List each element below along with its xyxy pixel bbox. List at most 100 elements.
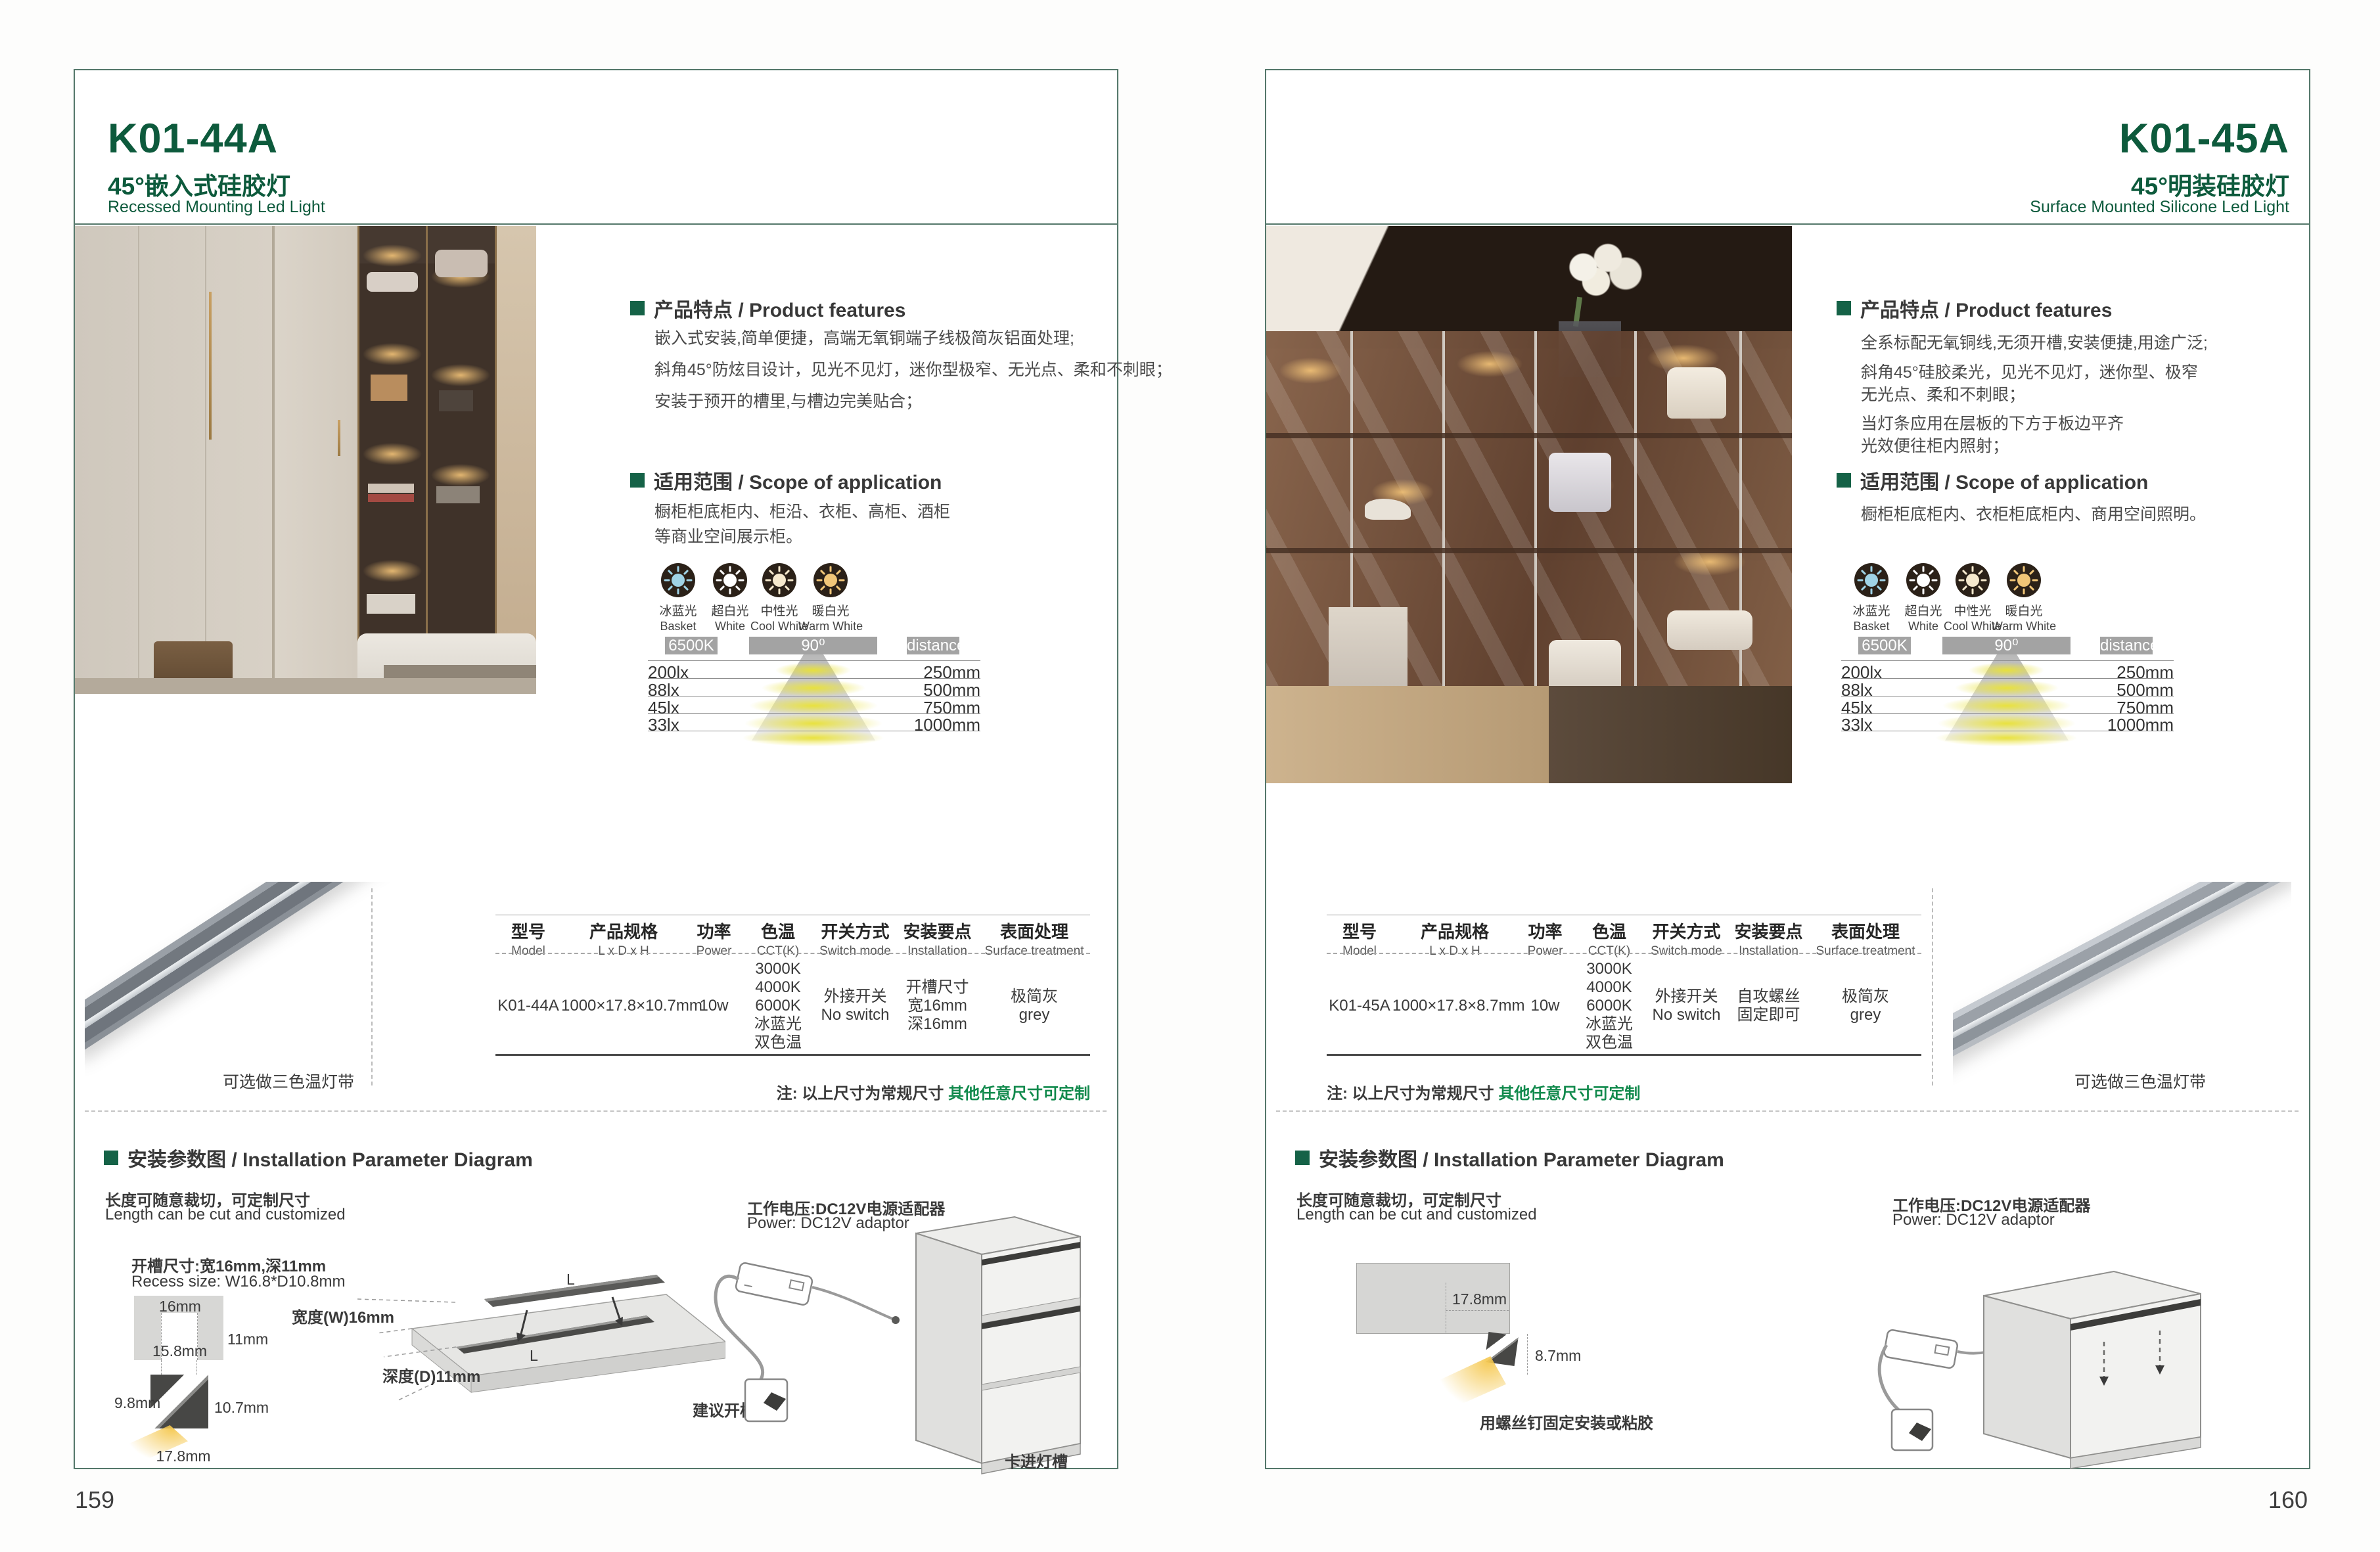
section-installation: 安装参数图 / Installation Parameter Diagram bbox=[104, 1143, 533, 1172]
dim-10-7mm: 10.7mm bbox=[214, 1399, 269, 1417]
scope-line: 橱柜柜底柜内、衣柜柜底柜内、商用空间照明。 bbox=[1861, 501, 2206, 525]
aluminum-profile bbox=[85, 882, 429, 1055]
section-bullet-icon bbox=[630, 301, 645, 315]
beam-angle-badge: 90⁰ bbox=[1942, 637, 2071, 654]
section-bullet-icon bbox=[1837, 473, 1851, 488]
surface-mount-diagram: 17.8mm 8.7mm 用螺丝钉固定安装或粘胶 bbox=[1329, 1237, 1631, 1447]
shelf-light bbox=[1279, 357, 1342, 384]
cct-badge: 6500K bbox=[665, 637, 718, 654]
product-photo-wardrobe bbox=[75, 226, 536, 694]
bed-throw bbox=[384, 665, 536, 678]
light-option-ice-blue-icon bbox=[1854, 563, 1888, 597]
feature-line: 无光点、柔和不刺眼； bbox=[1861, 382, 2025, 405]
light-option-white-icon bbox=[713, 563, 747, 597]
dim-11mm: 11mm bbox=[227, 1331, 268, 1348]
light-option-cool-white-icon bbox=[1956, 563, 1990, 597]
carpet bbox=[1549, 686, 1792, 783]
cell-surface: 极简灰grey bbox=[978, 988, 1090, 1024]
glass-cabinet-wall bbox=[1266, 331, 1792, 699]
handbag bbox=[371, 375, 407, 401]
length-note-en: Length can be cut and customized bbox=[105, 1206, 346, 1224]
section-product-features: 产品特点 / Product features bbox=[630, 294, 905, 323]
page-subtitle-en: Recessed Mounting Led Light bbox=[108, 198, 325, 217]
cell-power: 10w bbox=[686, 997, 742, 1015]
wardrobe-door bbox=[275, 226, 357, 694]
adaptor-cabinet-diagram: 卡进灯槽 bbox=[706, 1161, 1100, 1496]
cell-switch: 外接开关No switch bbox=[814, 988, 896, 1024]
cell-power: 10w bbox=[1517, 997, 1573, 1015]
guide-line bbox=[1527, 1334, 1528, 1375]
page-title: K01-44A bbox=[108, 115, 278, 162]
page-k01-45a: K01-45A 45°明装硅胶灯 Surface Mounted Silicon… bbox=[1265, 69, 2310, 1469]
wood-floor bbox=[1266, 686, 1549, 783]
dim-17-8mm: 17.8mm bbox=[1452, 1290, 1507, 1308]
length-note-en: Length can be cut and customized bbox=[1296, 1206, 1537, 1224]
page-number-left: 159 bbox=[75, 1486, 114, 1514]
shelf-light bbox=[431, 464, 490, 486]
dim-9-8mm: 9.8mm bbox=[114, 1394, 160, 1412]
feature-line: 斜角45°硅胶柔光，见光不见灯，迷你型、极窄 bbox=[1861, 359, 2198, 383]
cabinet bbox=[1984, 1271, 2201, 1469]
folded-towels bbox=[1667, 610, 1752, 650]
vertical-divider bbox=[371, 888, 373, 1085]
distance-badge: distance bbox=[2100, 637, 2153, 654]
groove-board-diagram: L L 建议开槽尺寸 bbox=[357, 1237, 725, 1460]
flower-bouquet bbox=[1549, 239, 1647, 302]
table-note: 注: 以上尺寸为常规尺寸 其他任意尺寸可定制 bbox=[1327, 1080, 1640, 1103]
board-depth-label: 深度(D)11mm bbox=[382, 1363, 480, 1386]
table-data-row: K01-44A 1000×17.8×10.7mm 10w 3000K4000K6… bbox=[495, 958, 1090, 1054]
light-option-ice-blue-icon bbox=[661, 563, 695, 597]
section-bullet-icon bbox=[1295, 1151, 1310, 1165]
lux-value: 33lx bbox=[648, 715, 679, 735]
door-frame bbox=[1442, 331, 1445, 699]
dim-8-7mm: 8.7mm bbox=[1535, 1347, 1581, 1365]
power-adaptor bbox=[1883, 1329, 1958, 1369]
ceiling bbox=[1266, 226, 1437, 331]
door-frame bbox=[1534, 331, 1537, 699]
folded-clothes bbox=[436, 486, 480, 503]
chart-line bbox=[648, 660, 980, 661]
dim-length: L bbox=[530, 1347, 538, 1365]
profile-caption: 可选做三色温灯带 bbox=[2042, 1069, 2206, 1093]
aluminum-profile bbox=[1953, 882, 2291, 1066]
distance-value: 1000mm bbox=[811, 715, 980, 735]
cabinet-caption: 卡进灯槽 bbox=[1005, 1449, 1068, 1472]
dim-15-8mm: 15.8mm bbox=[152, 1342, 206, 1360]
chart-line bbox=[1841, 660, 2174, 661]
light-option-label: 暖白光Warm White bbox=[791, 604, 870, 634]
cct-badge: 6500K bbox=[1858, 637, 1911, 654]
section-product-features: 产品特点 / Product features bbox=[1837, 294, 2112, 323]
section-scope: 适用范围 / Scope of application bbox=[1837, 466, 2148, 495]
profile-product-image bbox=[85, 882, 453, 1087]
door-seam bbox=[138, 226, 139, 694]
section-installation: 安装参数图 / Installation Parameter Diagram bbox=[1295, 1143, 1724, 1172]
adaptor-cabinet-drawing bbox=[1877, 1154, 2285, 1496]
cell-size: 1000×17.8×8.7mm bbox=[1392, 997, 1517, 1015]
feature-line: 斜角45°防炫目设计，见光不见灯，迷你型极窄、无光点、柔和不刺眼； bbox=[654, 357, 1172, 380]
handbag bbox=[439, 390, 473, 411]
gold-handle bbox=[338, 420, 340, 456]
cabinet-frame bbox=[357, 226, 359, 694]
surface-mount-caption: 用螺丝钉固定安装或粘胶 bbox=[1480, 1410, 1653, 1433]
handbag bbox=[1549, 453, 1611, 512]
header-rule bbox=[1266, 223, 2309, 225]
section-bullet-icon bbox=[104, 1151, 118, 1165]
folded-clothes bbox=[368, 494, 414, 502]
page-subtitle-cn: 45°嵌入式硅胶灯 bbox=[108, 166, 290, 202]
cell-installation: 自攻螺丝固定即可 bbox=[1728, 988, 1810, 1024]
page-k01-44a: K01-44A 45°嵌入式硅胶灯 Recessed Mounting Led … bbox=[74, 69, 1118, 1469]
dim-length: L bbox=[566, 1271, 575, 1289]
cell-switch: 外接开关No switch bbox=[1645, 988, 1728, 1024]
adaptor-cabinet-drawing bbox=[706, 1161, 1100, 1496]
light-beam bbox=[1435, 1356, 1506, 1410]
dim-17-8mm: 17.8mm bbox=[154, 1448, 213, 1465]
dim-16mm: 16mm bbox=[155, 1298, 205, 1315]
adaptor-cabinet-diagram bbox=[1877, 1154, 2285, 1496]
page-subtitle-cn: 45°明装硅胶灯 bbox=[2131, 166, 2289, 202]
folded-clothes bbox=[367, 594, 415, 614]
shelf-light bbox=[363, 560, 422, 582]
header-rule bbox=[75, 223, 1117, 225]
silicone-strip bbox=[85, 882, 420, 1040]
cell-installation: 开槽尺寸宽16mm深16mm bbox=[896, 978, 978, 1034]
cabinet-frame bbox=[426, 226, 428, 694]
